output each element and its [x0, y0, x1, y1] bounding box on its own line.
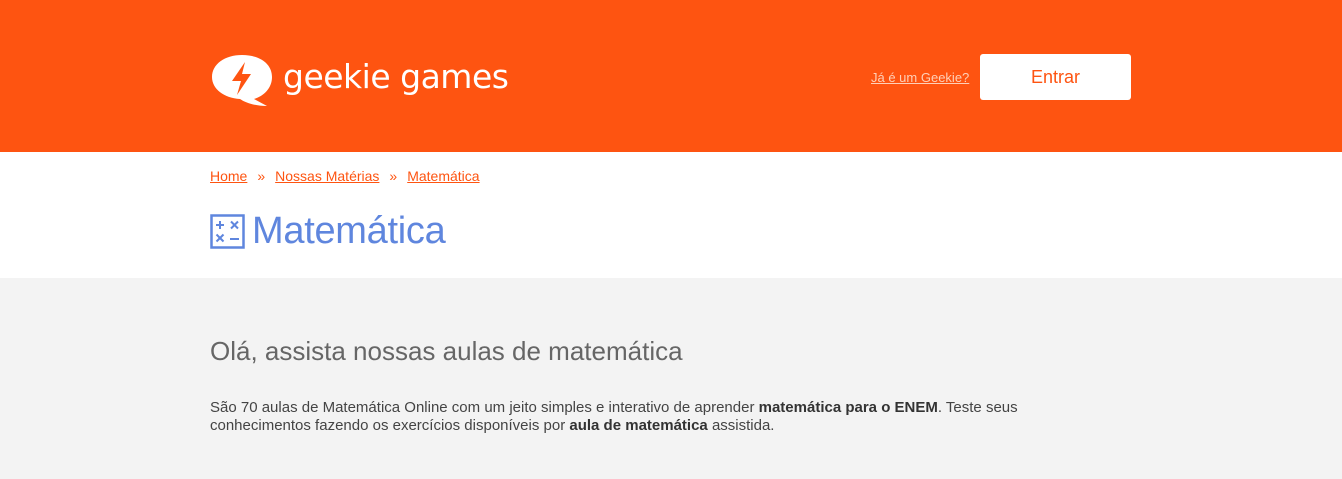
breadcrumb-home[interactable]: Home [210, 168, 247, 184]
intro-bold-text: aula de matemática [569, 417, 708, 434]
breadcrumb-separator: » [389, 168, 398, 184]
breadcrumb-separator: » [257, 168, 266, 184]
intro-bold-text: matemática para o ENEM [758, 399, 938, 416]
intro-paragraph: São 70 aulas de Matemática Online com um… [210, 399, 1070, 435]
page-heading: Matemática [252, 210, 446, 252]
breadcrumb-current[interactable]: Matemática [407, 168, 479, 184]
intro-text: assistida. [707, 417, 775, 434]
math-symbols-icon [210, 214, 245, 249]
brand-logo[interactable]: geekie games [210, 52, 509, 108]
existing-user-link[interactable]: Já é um Geekie? [871, 70, 969, 85]
brand-name: geekie games [283, 56, 509, 96]
breadcrumb: Home » Nossas Matérias » Matemática [210, 168, 480, 184]
enter-button[interactable]: Entrar [980, 54, 1131, 100]
page-title-section: Home » Nossas Matérias » Matemática Mate… [0, 152, 1342, 278]
intro-heading: Olá, assista nossas aulas de matemática [210, 336, 683, 366]
page-title: Matemática [210, 210, 446, 253]
site-header: geekie games Já é um Geekie? Entrar [0, 0, 1342, 152]
lightning-bubble-icon [210, 53, 274, 107]
breadcrumb-subjects[interactable]: Nossas Matérias [275, 168, 379, 184]
intro-text: São 70 aulas de Matemática Online com um… [210, 399, 759, 416]
